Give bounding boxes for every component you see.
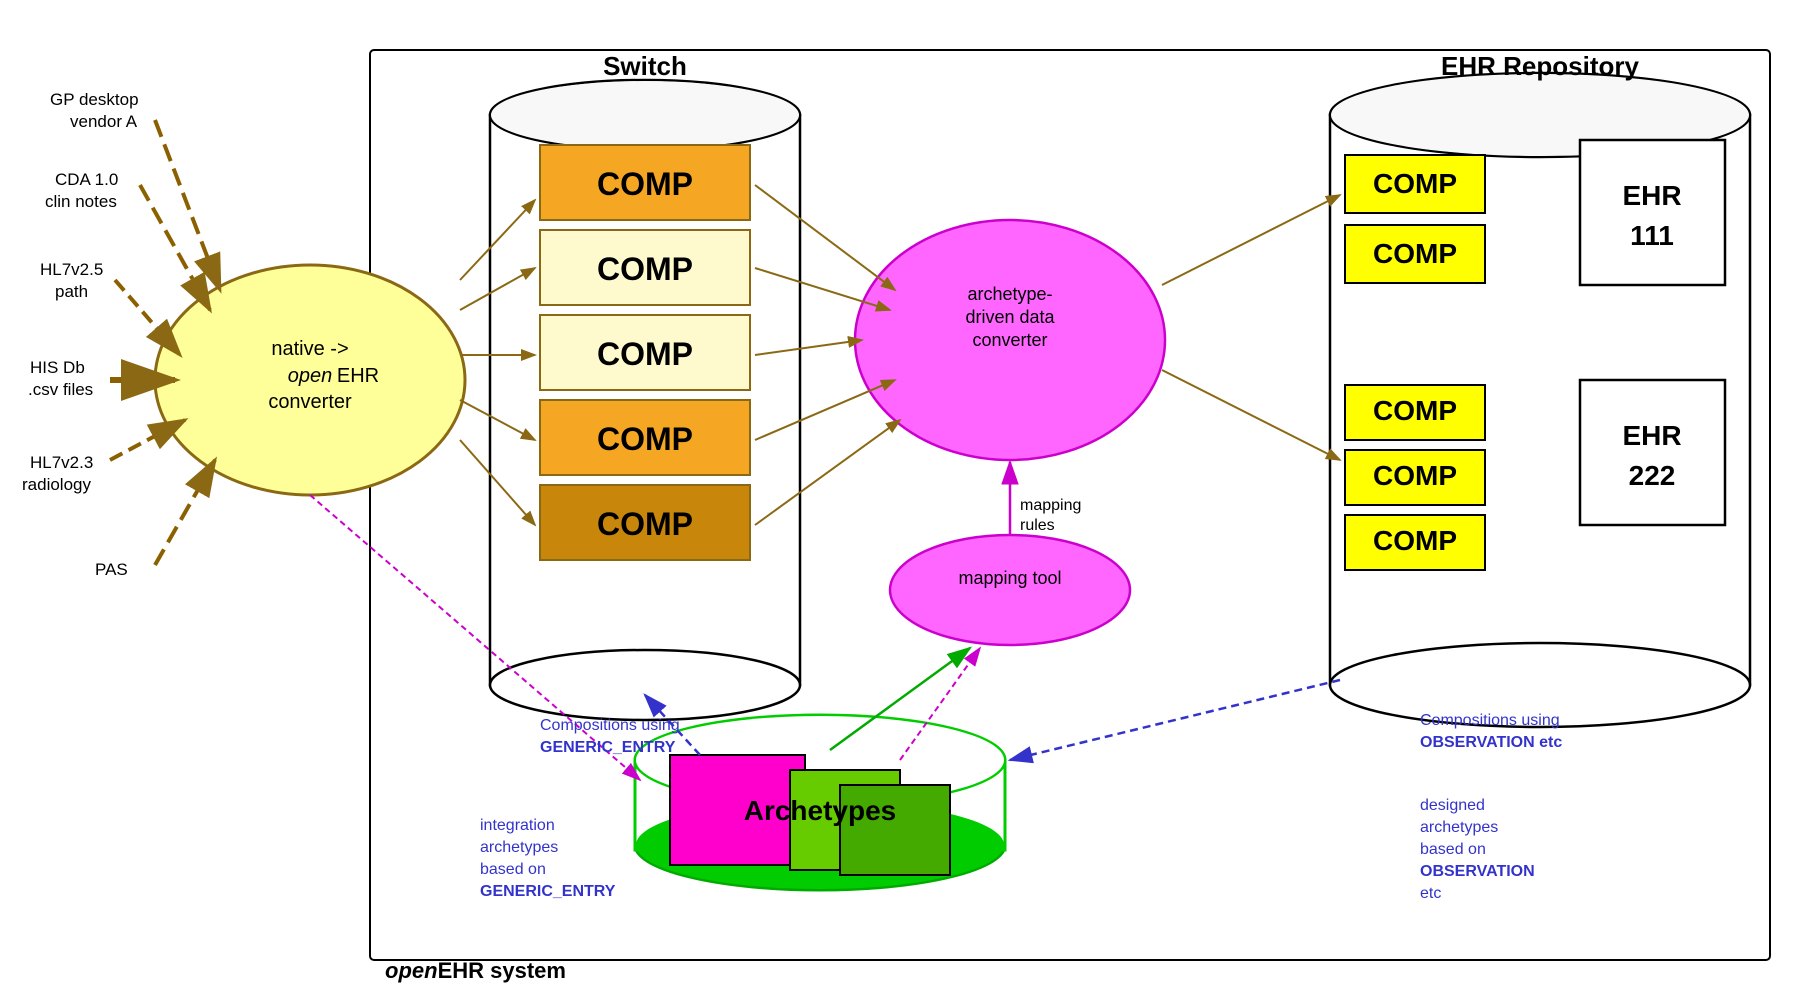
switch-label: Switch bbox=[603, 51, 687, 81]
ehr222-label: EHR bbox=[1622, 420, 1681, 451]
switch-comp4: COMP bbox=[597, 421, 693, 457]
ehr222-comp3: COMP bbox=[1373, 525, 1457, 556]
hl7v23-label2: radiology bbox=[22, 475, 91, 494]
ehr111-label: EHR bbox=[1622, 180, 1681, 211]
cda-label: CDA 1.0 bbox=[55, 170, 118, 189]
mapping-rules-label2: rules bbox=[1020, 517, 1055, 534]
converter-label2: open bbox=[288, 365, 333, 387]
designed-label1: designed bbox=[1420, 797, 1485, 814]
integration-label1: integration bbox=[480, 817, 555, 834]
hl7v25-label2: path bbox=[55, 282, 88, 301]
mapping-tool-label1: mapping tool bbox=[958, 568, 1061, 588]
mapping-rules-label1: mapping bbox=[1020, 497, 1081, 514]
ehr111-num: 111 bbox=[1630, 220, 1674, 251]
ehr111-comp1: COMP bbox=[1373, 168, 1457, 199]
archetypes-label: Archetypes bbox=[744, 795, 897, 826]
arch-conv-label1: archetype- bbox=[967, 284, 1052, 304]
integration-label2: archetypes bbox=[480, 839, 558, 856]
switch-comp3: COMP bbox=[597, 336, 693, 372]
ehr-repo-label: EHR Repository bbox=[1441, 51, 1639, 81]
comp-obs-label1: Compositions using bbox=[1420, 712, 1560, 729]
integration-label3: based on bbox=[480, 861, 546, 878]
arch-conv-label2: driven data bbox=[965, 307, 1055, 327]
his-label: HIS Db bbox=[30, 358, 85, 377]
ehr222-comp2: COMP bbox=[1373, 460, 1457, 491]
main-diagram: Switch COMP COMP COMP COMP COMP EHR Repo… bbox=[0, 0, 1808, 993]
hl7v25-label: HL7v2.5 bbox=[40, 260, 103, 279]
gp-desktop-label2: vendor A bbox=[70, 112, 138, 131]
ehr111-comp2: COMP bbox=[1373, 238, 1457, 269]
switch-comp5: COMP bbox=[597, 506, 693, 542]
comp-obs-label2: OBSERVATION etc bbox=[1420, 734, 1562, 751]
his-label2: .csv files bbox=[28, 380, 93, 399]
hl7v23-label: HL7v2.3 bbox=[30, 453, 93, 472]
designed-label3: based on bbox=[1420, 841, 1486, 858]
designed-label2: archetypes bbox=[1420, 819, 1498, 836]
comp-generic-label1: Compositions using bbox=[540, 717, 680, 734]
switch-comp2: COMP bbox=[597, 251, 693, 287]
converter-label4: converter bbox=[268, 391, 352, 413]
gp-desktop-label: GP desktop bbox=[50, 90, 139, 109]
integration-label4: GENERIC_ENTRY bbox=[480, 883, 616, 900]
switch-comp1: COMP bbox=[597, 166, 693, 202]
designed-label5: etc bbox=[1420, 885, 1441, 902]
designed-label4: OBSERVATION bbox=[1420, 863, 1535, 880]
ehr222-comp1: COMP bbox=[1373, 395, 1457, 426]
cda-label2: clin notes bbox=[45, 192, 117, 211]
ehr222-num: 222 bbox=[1629, 460, 1676, 491]
arch-conv-label3: converter bbox=[972, 330, 1047, 350]
converter-label1: native -> bbox=[271, 338, 348, 360]
system-label: openEHR system bbox=[385, 958, 566, 983]
diagram-canvas: Switch COMP COMP COMP COMP COMP EHR Repo… bbox=[0, 0, 1808, 993]
comp-generic-label2: GENERIC_ENTRY bbox=[540, 739, 676, 756]
converter-label3: EHR bbox=[337, 365, 379, 387]
pas-label: PAS bbox=[95, 560, 128, 579]
